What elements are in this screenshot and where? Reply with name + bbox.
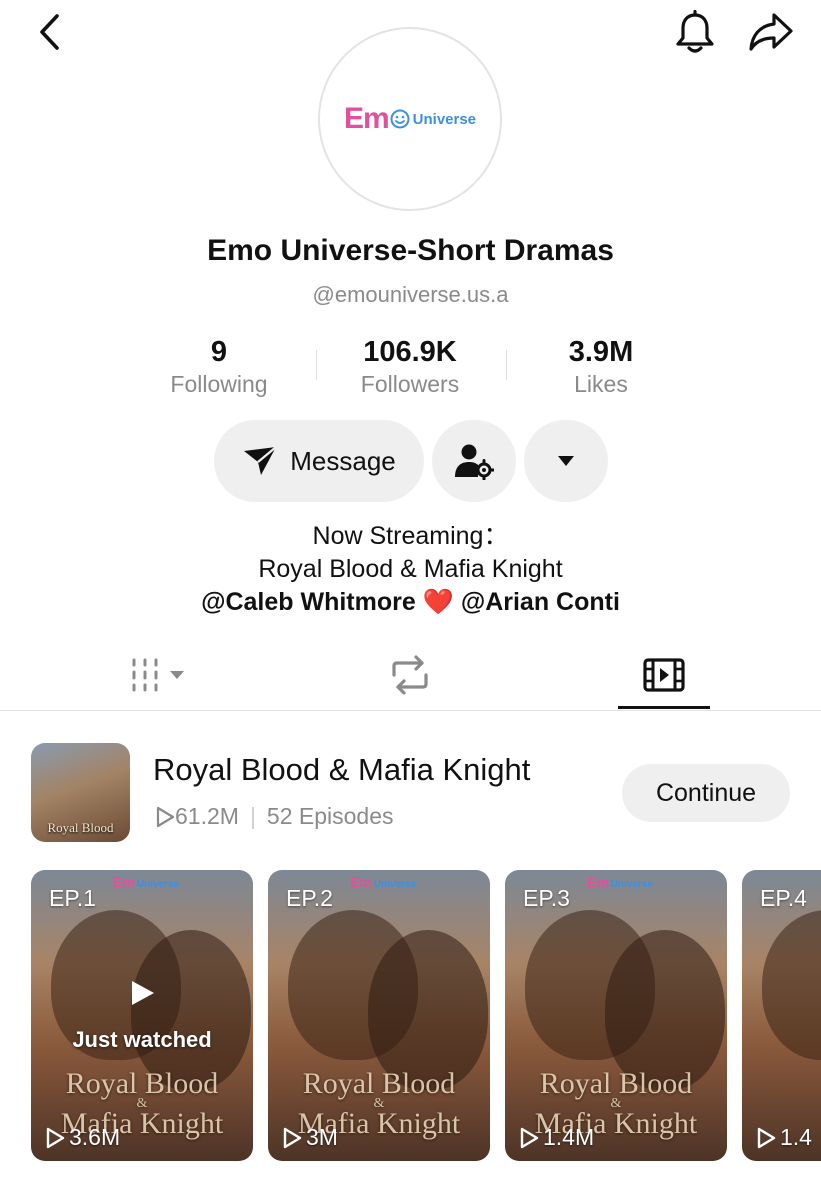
episode-label: EP.3 [523, 885, 570, 911]
logo-universe-text: Universe [412, 110, 477, 128]
play-outline-icon [520, 1127, 539, 1148]
mention-arian[interactable]: @Arian Conti [461, 588, 620, 616]
caret-down-icon [558, 456, 574, 466]
film-icon [643, 658, 685, 692]
episode-card[interactable]: Em Universe EP.2 Royal Blood & Mafia Knight… [268, 870, 490, 1161]
display-name: Emo Universe-Short Dramas [207, 234, 614, 267]
play-outline-icon [46, 1127, 65, 1148]
following-label: Following [170, 371, 268, 397]
share-button[interactable] [745, 8, 797, 56]
series-meta: 61.2M | 52 Episodes [155, 803, 394, 830]
send-icon [244, 446, 277, 475]
episode-views: 3M [282, 1124, 338, 1151]
continue-button[interactable]: Continue [622, 764, 790, 822]
stat-divider [506, 350, 507, 380]
series-views: 61.2M [175, 803, 239, 829]
bio-line-2: Royal Blood & Mafia Knight [258, 555, 563, 583]
friend-settings-button[interactable] [432, 420, 516, 502]
series-thumb-caption: Royal Blood [47, 820, 114, 835]
emo-universe-logo: Em Universe [344, 102, 476, 136]
likes-count: 3.9M [568, 336, 634, 368]
play-icon [132, 981, 154, 1005]
profile-avatar[interactable]: Em Universe [318, 27, 502, 211]
person-gear-icon [455, 444, 494, 480]
bell-icon [676, 10, 714, 53]
logo-em-text: Em [343, 102, 390, 135]
repost-icon [392, 655, 428, 695]
back-button[interactable] [28, 10, 72, 54]
series-title[interactable]: Royal Blood & Mafia Knight [153, 752, 530, 788]
tabs-divider [0, 710, 821, 711]
username-handle: @emouniverse.us.a [312, 282, 509, 307]
likes-label: Likes [574, 371, 628, 397]
stat-following[interactable]: 9 Following [129, 334, 309, 398]
stat-likes[interactable]: 3.9M Likes [511, 334, 691, 398]
series-thumbnail[interactable]: Royal Blood [31, 743, 130, 842]
grid-icon [132, 658, 184, 692]
stat-followers[interactable]: 106.9K Followers [320, 334, 500, 398]
play-outline-icon [283, 1127, 302, 1148]
episode-views: 1.4M [519, 1124, 594, 1151]
notification-bell-button[interactable] [671, 8, 719, 56]
message-button[interactable]: Message [214, 420, 424, 502]
followers-label: Followers [360, 371, 460, 397]
active-tab-indicator [618, 706, 710, 709]
share-icon [749, 13, 793, 51]
mention-caleb[interactable]: @Caleb Whitmore [201, 588, 416, 616]
just-watched-overlay: Just watched [31, 978, 253, 1053]
episode-label: EP.1 [49, 885, 96, 911]
bio-line-1: Now Streaming： [312, 522, 509, 550]
episode-views: 1.4 [756, 1124, 812, 1151]
message-label: Message [290, 445, 396, 476]
episode-brand-logo: Em Universe [350, 874, 417, 890]
episode-label: EP.4 [760, 885, 807, 911]
episode-views: 3.6M [45, 1124, 120, 1151]
heart-emoji: ❤️ [422, 588, 454, 616]
tab-reposts[interactable] [320, 642, 500, 708]
play-outline-icon [757, 1127, 776, 1148]
series-episode-count: 52 Episodes [266, 803, 394, 829]
episode-label: EP.2 [286, 885, 333, 911]
play-outline-icon [156, 806, 175, 827]
tab-series[interactable] [618, 642, 710, 708]
smiley-icon [390, 109, 410, 129]
chevron-left-icon [40, 14, 59, 50]
more-options-button[interactable] [524, 420, 608, 502]
episode-card[interactable]: EP.4 1.4 [742, 870, 821, 1161]
tab-videos[interactable] [70, 642, 250, 708]
episode-card[interactable]: Em Universe EP.3 Royal Blood & Mafia Knight… [505, 870, 727, 1161]
meta-separator: | [249, 803, 256, 829]
bio-line-3: @Caleb Whitmore ❤️ @Arian Conti [0, 586, 821, 619]
following-count: 9 [210, 336, 228, 368]
episode-card[interactable]: Em Universe EP.1 Just watched Royal Blood… [31, 870, 253, 1161]
followers-count: 106.9K [363, 336, 457, 368]
just-watched-label: Just watched [72, 1027, 212, 1052]
stat-divider [316, 350, 317, 380]
profile-bio: Now Streaming： Royal Blood & Mafia Knigh… [0, 520, 821, 619]
episode-brand-logo: Em Universe [113, 874, 180, 890]
episode-brand-logo: Em Universe [587, 874, 654, 890]
